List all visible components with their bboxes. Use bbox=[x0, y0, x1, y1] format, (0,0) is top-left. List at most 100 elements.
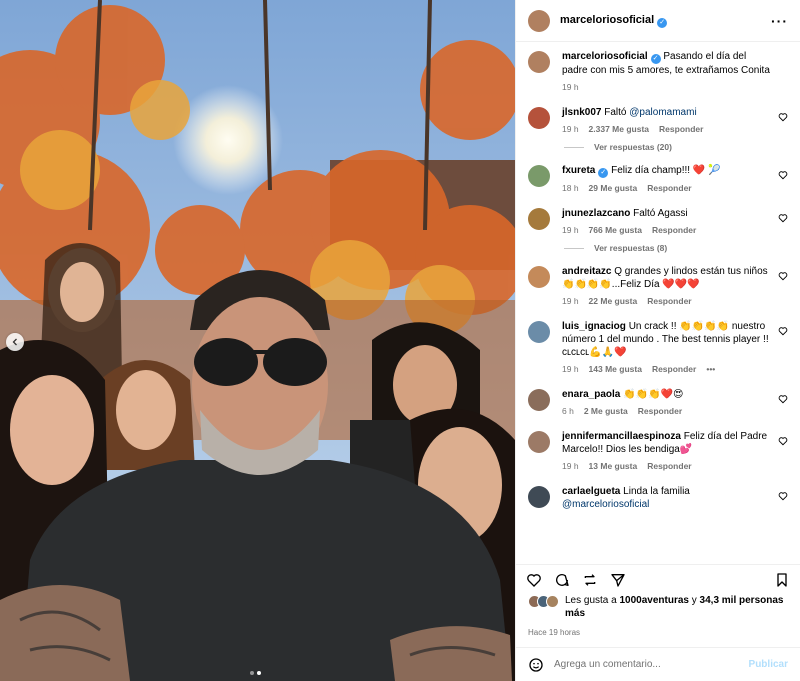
avatar[interactable] bbox=[528, 431, 550, 453]
avatar[interactable] bbox=[528, 266, 550, 288]
emoji-icon[interactable] bbox=[528, 657, 544, 673]
comment-likes[interactable]: 143 Me gusta bbox=[589, 364, 642, 374]
comment-username[interactable]: jlsnk007 bbox=[562, 107, 601, 118]
avatar[interactable] bbox=[528, 165, 550, 187]
likes-prefix: Les gusta a bbox=[565, 595, 620, 606]
comment-heart-icon[interactable] bbox=[778, 436, 788, 446]
comment-item: luis_ignaciog Un crack !! 👏👏👏👏 nuestro n… bbox=[528, 320, 788, 374]
comment-text: Feliz día champ!!! ❤️ 🎾 bbox=[611, 165, 721, 176]
comment-input[interactable] bbox=[554, 659, 749, 670]
carousel-dot-active bbox=[257, 671, 261, 675]
comment-likes[interactable]: 2 Me gusta bbox=[584, 406, 628, 416]
avatar[interactable] bbox=[528, 208, 550, 230]
view-replies-label: Ver respuestas (8) bbox=[594, 243, 668, 253]
carousel-dots bbox=[250, 671, 261, 675]
reply-button[interactable]: Responder bbox=[647, 296, 691, 306]
share-icon[interactable] bbox=[610, 572, 626, 588]
comment-likes[interactable]: 2.337 Me gusta bbox=[589, 124, 649, 134]
comment-item: jlsnk007 Faltó @palomamami 19 h 2.337 Me g… bbox=[528, 106, 788, 134]
avatar bbox=[546, 595, 559, 608]
comment-likes[interactable]: 13 Me gusta bbox=[589, 461, 638, 471]
heart-icon[interactable] bbox=[526, 572, 542, 588]
comment-time: 19 h bbox=[562, 364, 579, 374]
comment-likes[interactable]: 766 Me gusta bbox=[589, 225, 642, 235]
comment-username[interactable]: enara_paola bbox=[562, 389, 620, 400]
avatar[interactable] bbox=[528, 486, 550, 508]
avatar[interactable] bbox=[528, 321, 550, 343]
replies-divider bbox=[564, 247, 584, 249]
comment-username[interactable]: luis_ignaciog bbox=[562, 321, 626, 332]
carousel-dot bbox=[250, 671, 254, 675]
view-replies-button[interactable]: Ver respuestas (20) bbox=[564, 142, 788, 152]
comment-text: Linda la familia bbox=[623, 486, 690, 497]
comment-item: fxureta ✓ Feliz día champ!!! ❤️ 🎾 18 h 29 M… bbox=[528, 164, 788, 193]
username[interactable]: marceloriosoficial ✓ bbox=[560, 14, 668, 28]
comment-heart-icon[interactable] bbox=[778, 271, 788, 281]
reply-button[interactable]: Responder bbox=[647, 461, 691, 471]
action-bar bbox=[516, 564, 800, 594]
comment-text: Faltó bbox=[604, 107, 630, 118]
comments-list: marceloriosoficial ✓ Pasando el día del p… bbox=[516, 42, 800, 564]
publish-button[interactable]: Publicar bbox=[749, 659, 788, 670]
comment-likes[interactable]: 29 Me gusta bbox=[589, 183, 638, 193]
comment-item: carlaelgueta Linda la familia @marcelori… bbox=[528, 485, 788, 511]
comment-heart-icon[interactable] bbox=[778, 491, 788, 501]
avatar[interactable] bbox=[528, 389, 550, 411]
post-time[interactable]: Hace 19 horas bbox=[516, 620, 800, 647]
reply-button[interactable]: Responder bbox=[659, 124, 703, 134]
comment-heart-icon[interactable] bbox=[778, 394, 788, 404]
post-sidebar: marceloriosoficial ✓ ··· marceloriosofici… bbox=[515, 0, 800, 681]
reply-button[interactable]: Responder bbox=[638, 406, 682, 416]
bookmark-icon[interactable] bbox=[774, 572, 790, 588]
likes-middle: y bbox=[688, 595, 700, 606]
more-options-icon[interactable]: ··· bbox=[771, 13, 788, 29]
comment-username[interactable]: andreitazc bbox=[562, 266, 611, 277]
comment-username[interactable]: carlaelgueta bbox=[562, 486, 620, 497]
comment-time: 18 h bbox=[562, 183, 579, 193]
carousel-prev-button[interactable] bbox=[6, 333, 24, 351]
caption-time: 19 h bbox=[562, 82, 579, 92]
reply-button[interactable]: Responder bbox=[647, 183, 691, 193]
post-caption: marceloriosoficial ✓ Pasando el día del p… bbox=[528, 50, 788, 92]
comment-icon[interactable] bbox=[554, 572, 570, 588]
view-replies-label: Ver respuestas (20) bbox=[594, 142, 672, 152]
comment-item: andreitazc Q grandes y lindos están tus … bbox=[528, 265, 788, 306]
comment-time: 19 h bbox=[562, 296, 579, 306]
comment-username[interactable]: jnunezlazcano bbox=[562, 208, 630, 219]
post-photo[interactable] bbox=[0, 0, 515, 681]
comment-time: 19 h bbox=[562, 124, 579, 134]
comment-item: jennifermancillaespinoza Feliz día del P… bbox=[528, 430, 788, 471]
comment-heart-icon[interactable] bbox=[778, 170, 788, 180]
comment-likes[interactable]: 22 Me gusta bbox=[589, 296, 638, 306]
caption-username[interactable]: marceloriosoficial bbox=[562, 51, 648, 62]
selfie-image bbox=[0, 0, 515, 681]
comment-composer: Publicar bbox=[516, 647, 800, 681]
comment-time: 19 h bbox=[562, 225, 579, 235]
comment-text: Faltó Agassi bbox=[633, 208, 688, 219]
avatar[interactable] bbox=[528, 51, 550, 73]
likes-user[interactable]: 1000aventuras bbox=[619, 595, 689, 606]
likes-avatars bbox=[528, 595, 559, 608]
comment-options-icon[interactable]: ••• bbox=[706, 364, 715, 374]
avatar[interactable] bbox=[528, 9, 550, 32]
comment-username[interactable]: fxureta bbox=[562, 165, 595, 176]
view-replies-button[interactable]: Ver respuestas (8) bbox=[564, 243, 788, 253]
reply-button[interactable]: Responder bbox=[652, 364, 696, 374]
verified-badge-icon: ✓ bbox=[650, 54, 661, 64]
likes-summary: Les gusta a 1000aventuras y 34,3 mil per… bbox=[516, 594, 800, 620]
comment-item: jnunezlazcano Faltó Agassi 19 h 766 Me gus… bbox=[528, 207, 788, 235]
comment-heart-icon[interactable] bbox=[778, 112, 788, 122]
chevron-left-icon bbox=[12, 338, 17, 346]
verified-badge-icon: ✓ bbox=[598, 168, 609, 178]
replies-divider bbox=[564, 146, 584, 148]
comment-username[interactable]: jennifermancillaespinoza bbox=[562, 431, 681, 442]
comment-text: 👏👏👏❤️😍 bbox=[623, 389, 684, 400]
reply-button[interactable]: Responder bbox=[652, 225, 696, 235]
comment-heart-icon[interactable] bbox=[778, 213, 788, 223]
comment-heart-icon[interactable] bbox=[778, 326, 788, 336]
comment-mention[interactable]: @marceloriosoficial bbox=[562, 499, 649, 510]
repost-icon[interactable] bbox=[582, 572, 598, 588]
avatar[interactable] bbox=[528, 107, 550, 129]
comment-mention[interactable]: @palomamami bbox=[629, 107, 696, 118]
verified-badge-icon: ✓ bbox=[657, 17, 668, 28]
